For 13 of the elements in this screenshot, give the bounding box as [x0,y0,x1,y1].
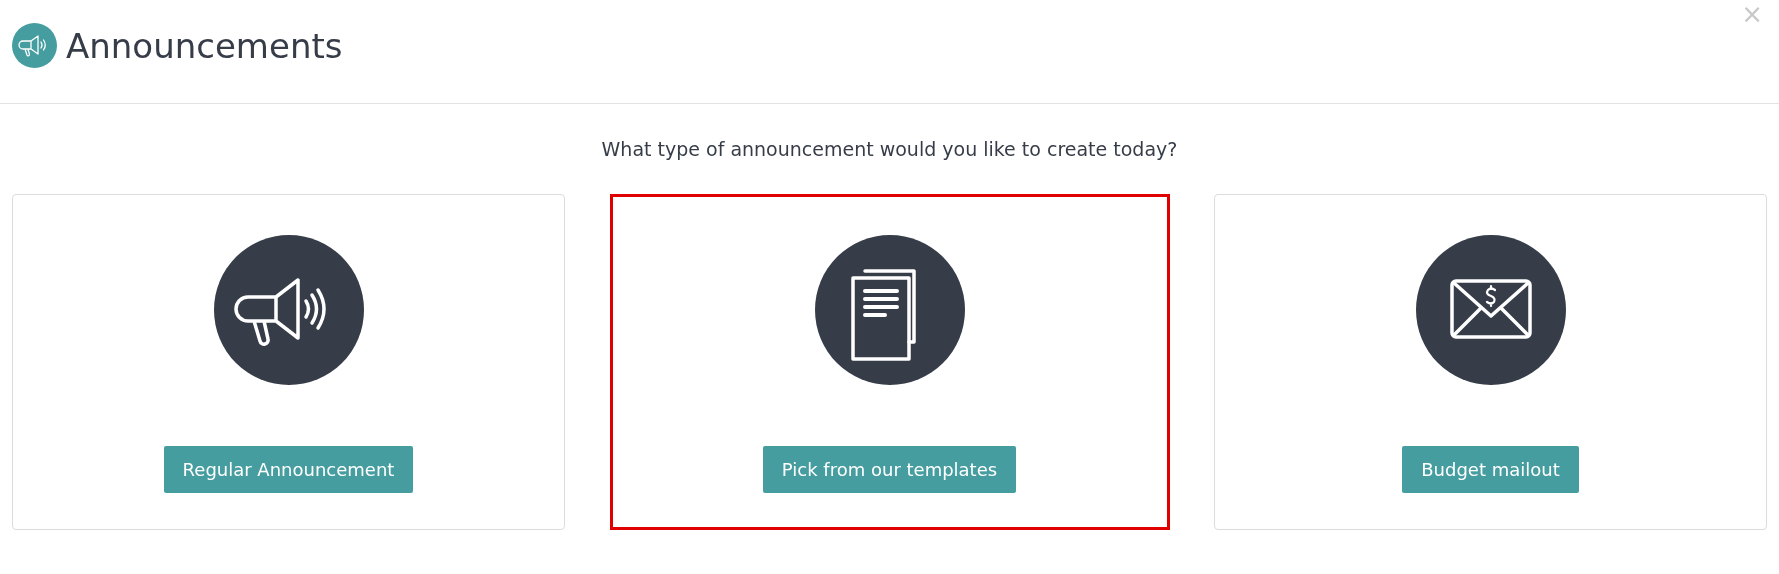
highlighted-card[interactable]: Pick from our templates [609,194,1170,530]
megaphone-icon [213,235,364,385]
option-card[interactable]: Regular Announcement [12,194,565,530]
documents-icon [814,235,965,385]
dialog-title: Announcements [66,25,343,66]
option-button[interactable]: Budget mailout [1402,446,1579,493]
option-button[interactable]: Pick from our templates [762,446,1017,493]
megaphone-icon [12,23,57,68]
envelope-icon [1415,235,1566,385]
prompt-text: What type of announcement would you like to create today? [600,138,1179,162]
option-button[interactable]: Regular Announcement [163,446,414,493]
close-button[interactable]: × [1737,0,1767,28]
option-card[interactable]: Budget mailout [1214,194,1767,530]
